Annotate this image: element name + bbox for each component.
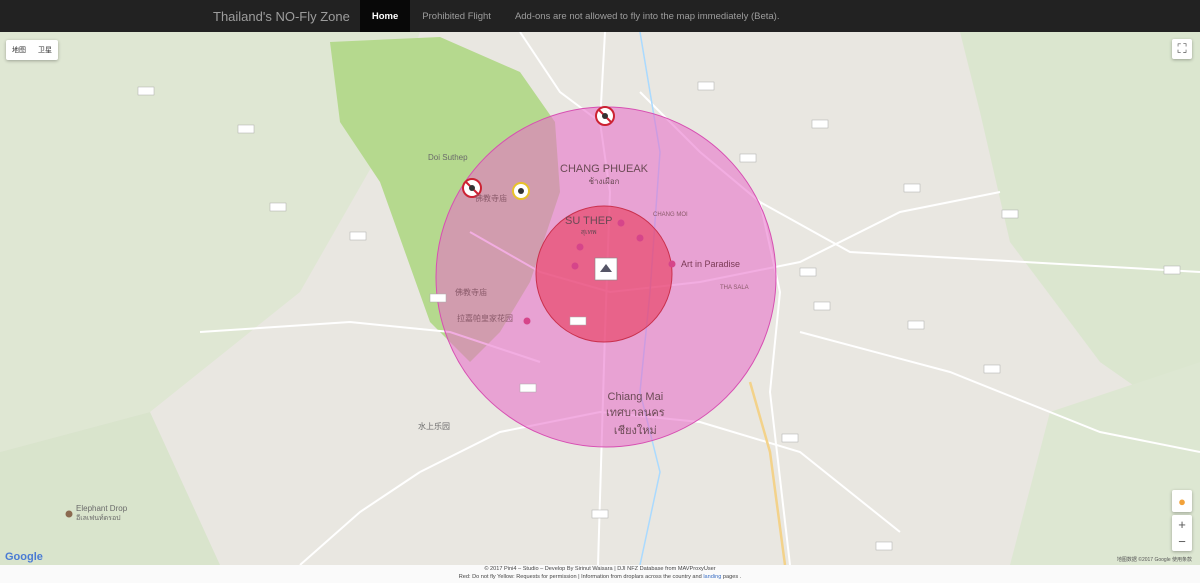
brand-title[interactable]: Thailand's NO-Fly Zone	[213, 9, 350, 24]
map-type-toggle: 地图 卫星	[6, 40, 58, 60]
label-text: CHANG PHUEAK	[560, 163, 649, 175]
label-su-thep: SU THEP สุเทพ	[565, 215, 612, 238]
label-text-th: สุเทพ	[580, 229, 597, 236]
label-text-th: เชียงใหม่	[613, 425, 657, 437]
label-royal-garden: 拉嘉帕皇家花园	[457, 314, 513, 323]
label-text: Chiang Mai	[607, 391, 664, 403]
zoom-out-button[interactable]: −	[1178, 533, 1186, 550]
label-chiang-mai: Chiang Mai เทศบาลนคร เชียงใหม่	[606, 391, 665, 439]
footer-legend-suffix: pages .	[721, 574, 742, 580]
label-tha-sala: THA SALA	[720, 285, 749, 291]
label-art-in-paradise[interactable]: Art in Paradise	[681, 259, 740, 269]
label-water-park: 水上乐园	[418, 422, 450, 431]
label-doi-suthep: Doi Suthep	[428, 153, 468, 162]
map-type-map[interactable]: 地图	[6, 45, 32, 55]
label-text-th: อีเลเฟนท์ดรอป	[76, 515, 121, 522]
label-temple-2: 佛教寺庙	[455, 288, 487, 297]
poi-pin-elephant-drop	[65, 510, 73, 518]
no-drone-icon[interactable]	[595, 106, 615, 126]
map-terms[interactable]: 地图数据 ©2017 Google 使用条款	[1117, 556, 1192, 563]
footer-legend: Red: Do not fly Yellow: Requests for per…	[0, 573, 1200, 581]
google-logo[interactable]: Google	[5, 551, 43, 563]
label-chang-phueak: CHANG PHUEAK ช้างเผือก	[560, 163, 648, 188]
label-temple-1: 佛教寺庙	[475, 194, 507, 203]
street-view-pegman[interactable]: ●	[1172, 490, 1192, 512]
nav-home[interactable]: Home	[359, 0, 411, 32]
nav-addons-notice[interactable]: Add-ons are not allowed to fly into the …	[503, 0, 792, 32]
footer-legend-text: Red: Do not fly Yellow: Requests for per…	[458, 574, 704, 580]
landing-link[interactable]: landing	[703, 574, 721, 580]
footer: © 2017 Pini4 – Studio – Develop By Sirin…	[0, 565, 1200, 583]
fullscreen-icon: ⛶	[1177, 41, 1187, 56]
label-text-th: ช้างเผือก	[588, 177, 620, 186]
top-navbar: Thailand's NO-Fly Zone Home Prohibited F…	[0, 0, 1200, 32]
pegman-icon: ●	[1178, 493, 1186, 509]
map-type-satellite[interactable]: 卫星	[32, 45, 58, 55]
zoom-control: + −	[1172, 515, 1192, 551]
fullscreen-button[interactable]: ⛶	[1172, 39, 1192, 59]
label-text-th: เทศบาลนคร	[606, 407, 665, 419]
label-elephant-drop: Elephant Drop อีเลเฟนท์ดรอป	[76, 504, 127, 524]
map-canvas[interactable]: CHANG PHUEAK ช้างเผือก SU THEP สุเทพ CHA…	[0, 32, 1200, 565]
label-chang-moi: CHANG MOI	[653, 212, 688, 218]
label-text: SU THEP	[565, 215, 613, 227]
permission-drone-icon[interactable]	[512, 182, 530, 200]
nav-prohibited-flight[interactable]: Prohibited Flight	[410, 0, 503, 32]
label-text: Elephant Drop	[76, 504, 128, 513]
map-background	[0, 32, 1200, 565]
zoom-in-button[interactable]: +	[1178, 516, 1186, 533]
footer-credits: © 2017 Pini4 – Studio – Develop By Sirin…	[484, 566, 716, 572]
